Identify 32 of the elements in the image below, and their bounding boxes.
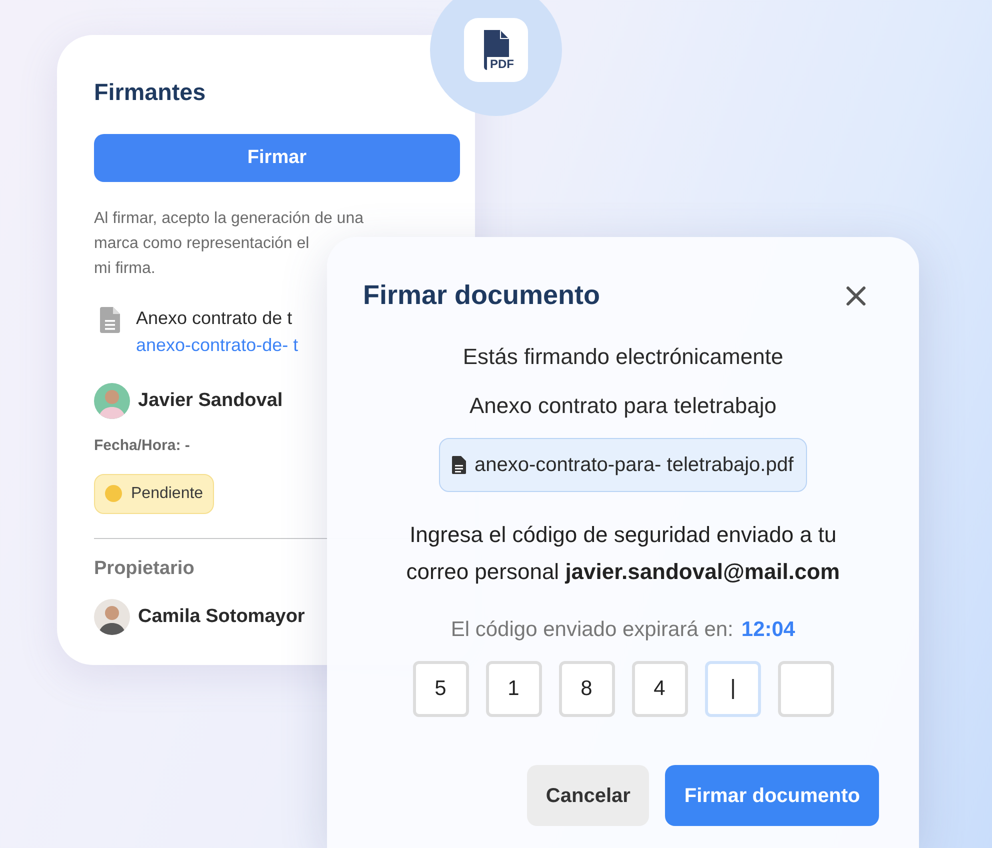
timer-value: 12:04: [741, 616, 796, 642]
text-cursor: [732, 679, 734, 699]
sign-document-button[interactable]: Firmar documento: [665, 765, 879, 826]
code-digit-field[interactable]: [778, 661, 834, 717]
consent-text: Al firmar, acepto la generación de una marca como representación el mi firma.: [94, 209, 364, 280]
pdf-label: PDF: [490, 57, 514, 71]
signer-name: Javier Sandoval: [138, 388, 283, 413]
document-title: Anexo contrato para teletrabajo: [470, 392, 776, 420]
document-title: Anexo contrato de t: [136, 307, 294, 330]
cancel-button[interactable]: Cancelar: [526, 765, 650, 826]
code-digit-field[interactable]: 1: [486, 661, 542, 717]
code-digit-field[interactable]: 5: [412, 661, 468, 717]
intro-text: Estás firmando electrónicamente: [462, 342, 784, 370]
status-label: Pendiente: [131, 484, 204, 504]
code-digit-field[interactable]: 8: [558, 661, 614, 717]
file-link[interactable]: anexo-contrato-de- t: [136, 332, 298, 360]
owner-heading: Propietario: [94, 556, 194, 581]
avatar: [94, 599, 130, 636]
datetime-label: Fecha/Hora: -: [94, 436, 190, 456]
code-digit-field[interactable]: 4: [632, 661, 688, 717]
instruction-text: Ingresa el código de seguridad enviado a tu correo personal javier.sandoval@mail.com: [405, 520, 841, 586]
code-digit-field[interactable]: [704, 661, 760, 717]
dialog-title: Firmar documento: [363, 279, 600, 312]
owner-name: Camila Sotomayor: [138, 604, 305, 629]
document-icon: [452, 456, 466, 474]
sign-button[interactable]: Firmar: [94, 134, 460, 182]
timer-label: El código enviado expirará en:: [450, 616, 734, 642]
avatar: [94, 383, 130, 420]
file-name: anexo-contrato-para- teletrabajo.pdf: [474, 452, 794, 478]
document-icon: [100, 307, 120, 334]
close-button[interactable]: [845, 284, 867, 306]
panel-title: Firmantes: [94, 78, 206, 107]
